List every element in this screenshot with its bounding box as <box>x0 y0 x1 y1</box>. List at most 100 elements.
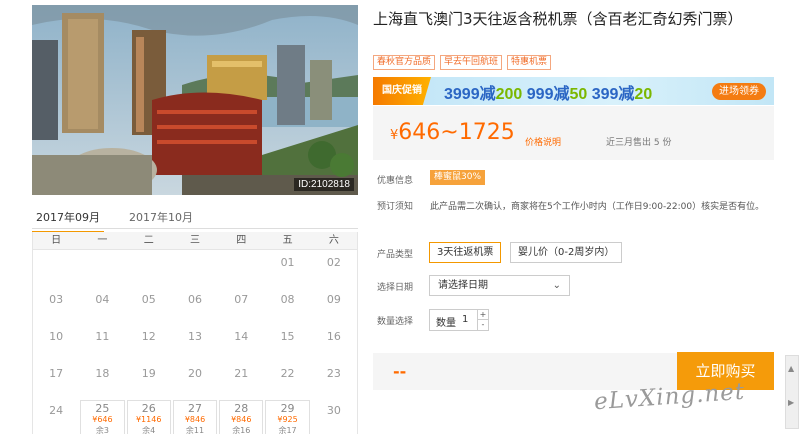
price-value: 646~1725 <box>398 120 515 145</box>
calendar-day-available[interactable]: 25 ¥646 余3 <box>80 400 125 434</box>
calendar-day: 01 <box>264 250 310 287</box>
calendar-day-number: 20 <box>187 367 202 380</box>
calendar-day: 12 <box>126 324 172 361</box>
product-type-option-roundtrip[interactable]: 3天往返机票 <box>429 242 502 263</box>
product-photo: ID:2102818 <box>32 5 358 195</box>
calendar-day-number: 28 <box>234 402 249 415</box>
promo-offers: 3999减200 999减50 399减20 <box>444 80 652 104</box>
tab-month-sep[interactable]: 2017年09月 <box>32 209 104 233</box>
product-type-option-infant[interactable]: 婴儿价（0-2周岁内） <box>510 242 623 263</box>
weekday-header: 日 一 二 三 四 五 六 <box>33 232 357 250</box>
price-explain-link[interactable]: 价格说明 <box>525 135 561 148</box>
calendar-day-number: 16 <box>326 330 341 343</box>
calendar-day-number: 09 <box>326 293 341 306</box>
chevron-right-icon[interactable]: ▶ <box>788 398 794 407</box>
product-tag: 早去午回航班 <box>440 55 503 70</box>
weekday-label: 日 <box>51 235 62 246</box>
tab-month-oct[interactable]: 2017年10月 <box>129 209 193 225</box>
calendar-day-number: 22 <box>280 367 295 380</box>
quantity-value[interactable]: 1 <box>462 314 468 325</box>
calendar-day-number: 12 <box>141 330 156 343</box>
date-select-value: 请选择日期 <box>438 280 488 291</box>
product-tags: 春秋官方品质 早去午回航班 特惠机票 <box>373 55 552 70</box>
calendar-day: 04 <box>79 287 125 324</box>
month-tabs: 2017年09月 2017年10月 <box>32 205 358 233</box>
calendar-day-number: 02 <box>326 256 341 269</box>
side-float-toolbar[interactable]: ▲ ▶ <box>785 355 799 429</box>
chevron-down-icon: ⌄ <box>552 280 561 291</box>
calendar-day: 03 <box>33 287 79 324</box>
calendar-day: 16 <box>311 324 357 361</box>
calendar-day-price: ¥846 <box>231 415 252 424</box>
calendar-day: 18 <box>79 361 125 398</box>
calendar-day-available[interactable]: 26 ¥1146 余4 <box>126 400 171 434</box>
promo-amount: 200 <box>495 86 523 103</box>
weekday-label: 二 <box>143 235 154 246</box>
quantity-label: 数量选择 <box>377 317 414 327</box>
image-id-label: ID:2102818 <box>294 178 354 191</box>
quantity-stepper[interactable]: 数量 1 + - <box>429 309 489 331</box>
discount-label: 优惠信息 <box>377 176 414 186</box>
calendar-day-number: 29 <box>280 402 295 415</box>
calendar-day-price: ¥1146 <box>135 415 162 424</box>
macau-skyline-image <box>32 5 358 195</box>
calendar-day: 13 <box>172 324 218 361</box>
weekday-label: 六 <box>328 235 339 246</box>
calendar-day-price: ¥646 <box>92 415 113 424</box>
calendar-day-number: 24 <box>49 404 64 417</box>
quantity-increase-button[interactable]: + <box>477 310 488 320</box>
calendar-day <box>126 250 172 287</box>
price-range: ¥646~1725 <box>390 120 515 145</box>
total-price-placeholder: -- <box>393 362 407 381</box>
notice-text: 此产品需二次确认，商家将在5个工作小时内（工作日9:00-22:00）核实是否有… <box>430 202 765 212</box>
calendar-day-available[interactable]: 29 ¥925 余17 <box>265 400 310 434</box>
calendar-day <box>172 250 218 287</box>
weekday-label: 三 <box>189 235 200 246</box>
weekday-label: 五 <box>282 235 293 246</box>
calendar-day: 08 <box>264 287 310 324</box>
promo-badge: 国庆促销 <box>373 77 431 105</box>
calendar-day: 10 <box>33 324 79 361</box>
calendar-day-number: 07 <box>234 293 249 306</box>
calendar-day: 22 <box>264 361 310 398</box>
quantity-decrease-button[interactable]: - <box>477 320 488 330</box>
calendar-day: 20 <box>172 361 218 398</box>
calendar-day-stock: 余11 <box>185 426 205 434</box>
calendar-day-number: 25 <box>95 402 110 415</box>
date-calendar: 日 一 二 三 四 五 六 01 02 03 04 05 06 07 08 09 10 11 12 13… <box>32 232 358 434</box>
calendar-day-available[interactable]: 27 ¥846 余11 <box>172 400 218 434</box>
calendar-day-number: 21 <box>234 367 249 380</box>
calendar-day: 06 <box>172 287 218 324</box>
calendar-day-number: 18 <box>95 367 110 380</box>
calendar-day: 05 <box>126 287 172 324</box>
calendar-day-number: 01 <box>280 256 295 269</box>
claim-coupon-button[interactable]: 进场领券 <box>712 83 766 100</box>
notice-label: 预订须知 <box>377 202 414 212</box>
calendar-day-number: 04 <box>95 293 110 306</box>
calendar-day: 23 <box>311 361 357 398</box>
calendar-day: 07 <box>218 287 264 324</box>
calendar-day-stock: 余16 <box>232 426 251 434</box>
product-title: 上海直飞澳门3天往返含税机票（含百老汇奇幻秀门票） <box>373 10 743 28</box>
calendar-day-price: ¥846 <box>184 415 206 424</box>
discount-badge: 棒蜜鼠30% <box>430 170 486 185</box>
calendar-day: 30 <box>311 398 357 434</box>
calendar-day-available[interactable]: 28 ¥846 余16 <box>219 400 264 434</box>
weekday-label: 一 <box>97 235 108 246</box>
price-box: ¥646~1725 价格说明 近三月售出 5 份 <box>373 106 774 160</box>
promo-threshold: 399减 <box>591 86 635 103</box>
calendar-day-number: 23 <box>326 367 341 380</box>
chevron-up-icon[interactable]: ▲ <box>788 364 794 373</box>
calendar-day <box>218 250 264 287</box>
calendar-day-number: 13 <box>187 330 202 343</box>
calendar-day-number: 05 <box>141 293 156 306</box>
product-tag: 春秋官方品质 <box>373 55 436 70</box>
calendar-grid: 01 02 03 04 05 06 07 08 09 10 11 12 13 14 15 16 17 18 19 20… <box>33 250 357 434</box>
promo-amount: 50 <box>569 86 588 103</box>
calendar-day-number: 06 <box>187 293 202 306</box>
promo-banner[interactable]: 国庆促销 3999减200 999减50 399减20 进场领券 <box>373 77 774 105</box>
product-tag: 特惠机票 <box>507 55 552 70</box>
calendar-day: 02 <box>311 250 357 287</box>
date-select[interactable]: 请选择日期 ⌄ <box>429 275 570 296</box>
promo-threshold: 999减 <box>526 86 570 103</box>
